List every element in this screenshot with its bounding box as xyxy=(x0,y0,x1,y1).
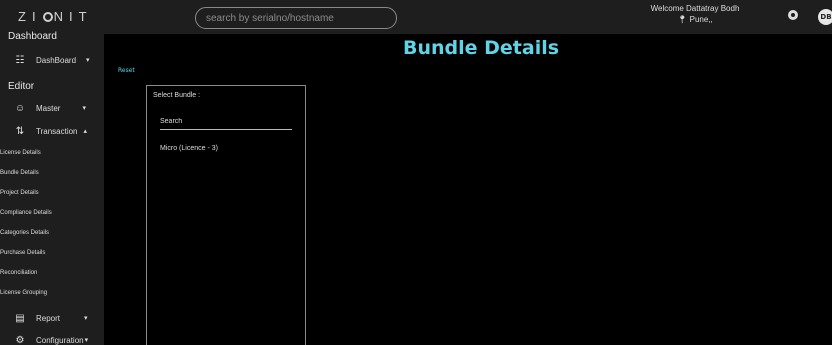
sidebar-item-dashboard-label: DashBoard xyxy=(36,55,77,65)
transaction-icon: ⇅ xyxy=(15,125,25,137)
reset-link[interactable]: Reset xyxy=(118,67,135,74)
sidebar-item-report-label: Report xyxy=(36,313,61,323)
sidebar-subitem-license-grouping[interactable]: License Grouping xyxy=(0,290,47,296)
location-line: 📍︎ Pune,, xyxy=(640,14,750,25)
sidebar-item-configuration[interactable]: ⚙ Configuration ▾ xyxy=(14,332,89,345)
sidebar-item-transaction[interactable]: ⇅ Transaction ▴ xyxy=(14,123,87,139)
sidebar-subitem-license-details[interactable]: License Details xyxy=(0,150,41,156)
bundle-search-input[interactable] xyxy=(160,113,292,130)
sidebar-subitem-project-details[interactable]: Project Details xyxy=(0,190,39,196)
gear-icon: ⚙ xyxy=(15,334,25,345)
user-avatar[interactable]: DB xyxy=(818,9,832,25)
sidebar-subitem-categories-details[interactable]: Categories Details xyxy=(0,230,49,236)
sidebar-section-editor: Editor xyxy=(8,81,35,92)
zionit-logo[interactable]: ZI NIT xyxy=(18,9,93,24)
select-bundle-panel: Select Bundle : Micro (Licence - 3) xyxy=(146,85,306,345)
logo-text-right: NIT xyxy=(53,9,93,24)
sidebar-item-master-label: Master xyxy=(36,103,61,113)
sidebar-subitem-reconciliation[interactable]: Reconciliation xyxy=(0,270,37,276)
global-search-input[interactable] xyxy=(195,7,397,29)
logo-text-left: ZI xyxy=(18,9,42,24)
sidebar-item-configuration-label: Configuration xyxy=(36,335,84,345)
chevron-down-icon: ▾ xyxy=(82,105,86,112)
location-pin-icon: 📍︎ xyxy=(677,15,688,24)
sidebar-item-dashboard[interactable]: ☷ DashBoard ▾ xyxy=(14,52,90,68)
sidebar-subitem-purchase-details[interactable]: Purchase Details xyxy=(0,250,45,256)
location-text: Pune,, xyxy=(689,15,713,24)
logo-o-icon xyxy=(42,12,53,22)
chevron-down-icon: ▾ xyxy=(84,315,88,322)
select-bundle-label: Select Bundle : xyxy=(153,92,201,99)
report-icon: ▤ xyxy=(15,312,25,324)
bundle-list-item[interactable]: Micro (Licence - 3) xyxy=(160,145,218,152)
page-title: Bundle Details xyxy=(403,37,560,59)
sidebar-item-transaction-label: Transaction xyxy=(36,126,78,136)
welcome-block: Welcome Dattatray Bodh 📍︎ Pune,, xyxy=(640,3,750,25)
chevron-down-icon: ▾ xyxy=(84,337,89,344)
sidebar-section-dashboard: Dashboard xyxy=(8,31,57,42)
chevron-down-icon: ▾ xyxy=(86,57,90,64)
users-icon: ☺ xyxy=(14,102,26,114)
sidebar-subitem-bundle-details[interactable]: Bundle Details xyxy=(0,170,39,176)
dashboard-grid-icon: ☷ xyxy=(15,54,25,66)
sidebar-item-master[interactable]: ☺ Master ▾ xyxy=(14,100,86,116)
settings-gear-icon[interactable] xyxy=(788,10,798,20)
sidebar-item-report[interactable]: ▤ Report ▾ xyxy=(14,310,88,326)
top-bar: ZI NIT Welcome Dattatray Bodh 📍︎ Pune,, D… xyxy=(0,0,832,34)
sidebar: Dashboard ☷ DashBoard ▾ Editor ☺ Master … xyxy=(0,31,104,345)
chevron-up-icon: ▴ xyxy=(83,128,88,135)
welcome-text: Welcome Dattatray Bodh xyxy=(650,4,740,13)
sidebar-subitem-compliance-details[interactable]: Compliance Details xyxy=(0,210,52,216)
